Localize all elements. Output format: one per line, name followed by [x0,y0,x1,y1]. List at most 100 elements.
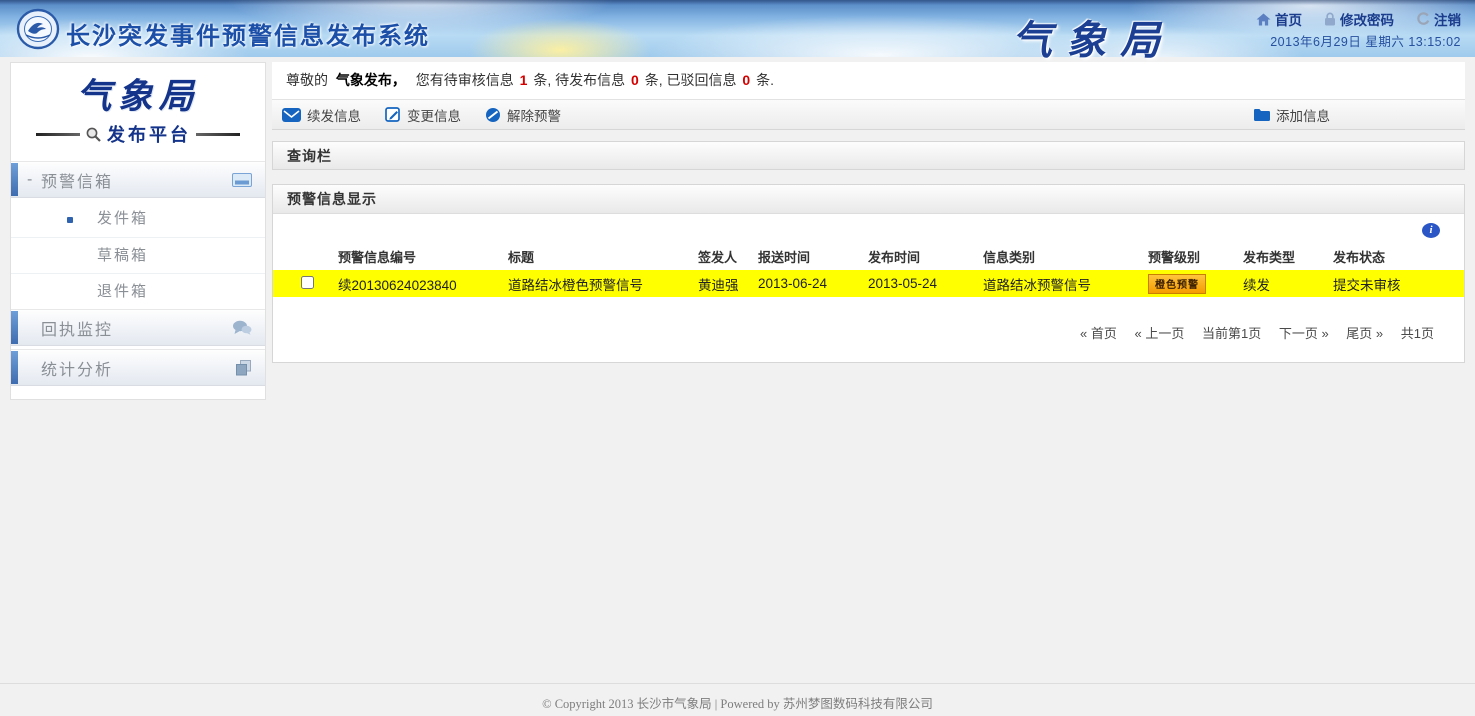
cell-signer: 黄迪强 [698,274,758,294]
logout-icon [1416,12,1430,26]
greeting-text: 条, 已驳回信息 [645,72,737,88]
sidebar-item-label: 发件箱 [97,210,148,227]
nav-logout-link[interactable]: 注销 [1416,9,1461,29]
col-header-publish-status: 发布状态 [1333,247,1443,266]
sidebar-logo-subtitle-row: 发布平台 [11,121,265,147]
section-accent-bar [11,351,18,384]
greeting-text: 您有待审核信息 [416,72,514,88]
sidebar-logo-title: 气象局 [11,68,265,119]
row-checkbox[interactable] [301,276,314,289]
panel-body: i 预警信息编号 标题 签发人 报送时间 发布时间 信息类别 预警级别 发布类型… [273,214,1464,362]
col-header-signer: 签发人 [698,247,758,266]
col-header-warning-level: 预警级别 [1148,247,1243,266]
count-pending-review: 1 [520,72,528,88]
main-content: 尊敬的 气象发布， 您有待审核信息 1 条, 待发布信息 0 条, 已驳回信息 … [272,62,1465,363]
top-nav: 首页 修改密码 注销 [1256,9,1461,29]
sidebar-logo: 气象局 发布平台 [11,63,265,147]
cell-publish-status: 提交未审核 [1333,274,1443,294]
count-to-publish: 0 [631,72,639,88]
collapse-marker: - [27,171,39,189]
home-icon [1256,13,1271,26]
copy-pages-icon [235,360,252,376]
system-title: 长沙突发事件预警信息发布系统 [66,16,430,51]
cell-publish-type: 续发 [1243,274,1333,294]
pagination-last[interactable]: 尾页 » [1346,326,1383,341]
sidebar-item-statistics[interactable]: 统计分析 [11,349,265,386]
greeting-text: 条. [756,72,774,88]
greeting-prefix: 尊敬的 [286,72,328,88]
bureau-emblem-logo [16,7,60,51]
sidebar-item-label: 回执监控 [41,316,113,340]
nav-home-link[interactable]: 首页 [1256,9,1302,29]
folder-icon [1253,108,1270,121]
pagination-next[interactable]: 下一页 » [1279,326,1329,341]
pagination-total: 共1页 [1401,326,1434,341]
info-icon-row: i [273,220,1464,242]
info-icon[interactable]: i [1422,223,1440,238]
col-header-report-time: 报送时间 [758,247,868,266]
count-rejected: 0 [742,72,750,88]
query-bar-header[interactable]: 查询栏 [272,141,1465,170]
resend-info-button[interactable]: 续发信息 [282,105,361,125]
table-row[interactable]: 续20130624023840 道路结冰橙色预警信号 黄迪强 2013-06-2… [273,270,1464,297]
decorative-dash [36,133,80,136]
sidebar-item-label: 退件箱 [97,283,148,300]
ban-icon [485,107,501,123]
modify-info-label: 变更信息 [407,105,461,125]
sidebar-item-label: 统计分析 [41,356,113,380]
orange-warning-badge[interactable]: 橙色预警 [1148,274,1206,294]
pagination: « 首页 « 上一页 当前第1页 下一页 » 尾页 » 共1页 [273,323,1464,342]
envelope-icon [282,108,301,122]
cell-title: 道路结冰橙色预警信号 [508,274,698,294]
cell-warning-id: 续20130624023840 [338,274,508,294]
resend-info-label: 续发信息 [307,105,361,125]
sidebar-item-label: 预警信箱 [41,168,113,192]
sidebar: 气象局 发布平台 - 预警信箱 发件箱 草稿箱 退 [10,62,266,400]
copyright-text: © Copyright 2013 长沙市气象局 | Powered by 苏州梦… [542,697,933,711]
sidebar-item-outbox[interactable]: 发件箱 [11,201,265,237]
col-header-publish-type: 发布类型 [1243,247,1333,266]
sidebar-item-returned[interactable]: 退件箱 [11,273,265,309]
active-bullet-icon [67,217,73,223]
edit-pencil-icon [385,107,401,123]
col-header-warning-id: 预警信息编号 [338,247,508,266]
nav-change-password-link[interactable]: 修改密码 [1324,9,1394,29]
lock-icon [1324,12,1336,26]
query-bar-title: 查询栏 [287,148,332,164]
sidebar-item-receipt-monitor[interactable]: 回执监控 [11,309,265,346]
table-header-row: 预警信息编号 标题 签发人 报送时间 发布时间 信息类别 预警级别 发布类型 发… [273,242,1464,270]
bureau-brand-text: 气象局 [1012,8,1174,66]
search-icon [85,126,102,143]
section-accent-bar [11,163,18,196]
sidebar-item-label: 草稿箱 [97,247,148,264]
pagination-first[interactable]: « 首页 [1080,326,1117,341]
cell-report-time: 2013-06-24 [758,276,868,291]
pagination-current: 当前第1页 [1202,326,1261,341]
decorative-dash [196,133,240,136]
nav-home-label: 首页 [1275,9,1302,29]
row-checkbox-cell [273,276,338,292]
cancel-warning-button[interactable]: 解除预警 [485,105,561,125]
pagination-prev[interactable]: « 上一页 [1135,326,1185,341]
nav-logout-label: 注销 [1434,9,1461,29]
panel-header: 预警信息显示 [273,185,1464,214]
modify-info-button[interactable]: 变更信息 [385,105,461,125]
nav-change-password-label: 修改密码 [1340,9,1394,29]
greeting-bar: 尊敬的 气象发布， 您有待审核信息 1 条, 待发布信息 0 条, 已驳回信息 … [272,62,1465,99]
chat-bubbles-icon [232,320,252,335]
app-header: 长沙突发事件预警信息发布系统 气象局 首页 修改密码 注销 2013年6月29日… [0,0,1475,57]
greeting-text: 条, 待发布信息 [533,72,625,88]
section-accent-bar [11,311,18,344]
sidebar-item-drafts[interactable]: 草稿箱 [11,237,265,273]
panel-title: 预警信息显示 [287,191,377,207]
cell-warning-level: 橙色预警 [1148,274,1243,294]
col-header-publish-time: 发布时间 [868,247,983,266]
warning-info-panel: 预警信息显示 i 预警信息编号 标题 签发人 报送时间 发布时间 信息类别 预警… [272,184,1465,363]
mailbox-icon [232,173,252,187]
cell-publish-time: 2013-05-24 [868,276,983,291]
footer: © Copyright 2013 长沙市气象局 | Powered by 苏州梦… [0,683,1475,712]
col-header-title: 标题 [508,247,698,266]
add-info-button[interactable]: 添加信息 [1253,105,1330,125]
sidebar-item-warning-inbox[interactable]: - 预警信箱 [11,161,265,198]
sidebar-menu: - 预警信箱 发件箱 草稿箱 退件箱 回执监控 [11,161,265,386]
